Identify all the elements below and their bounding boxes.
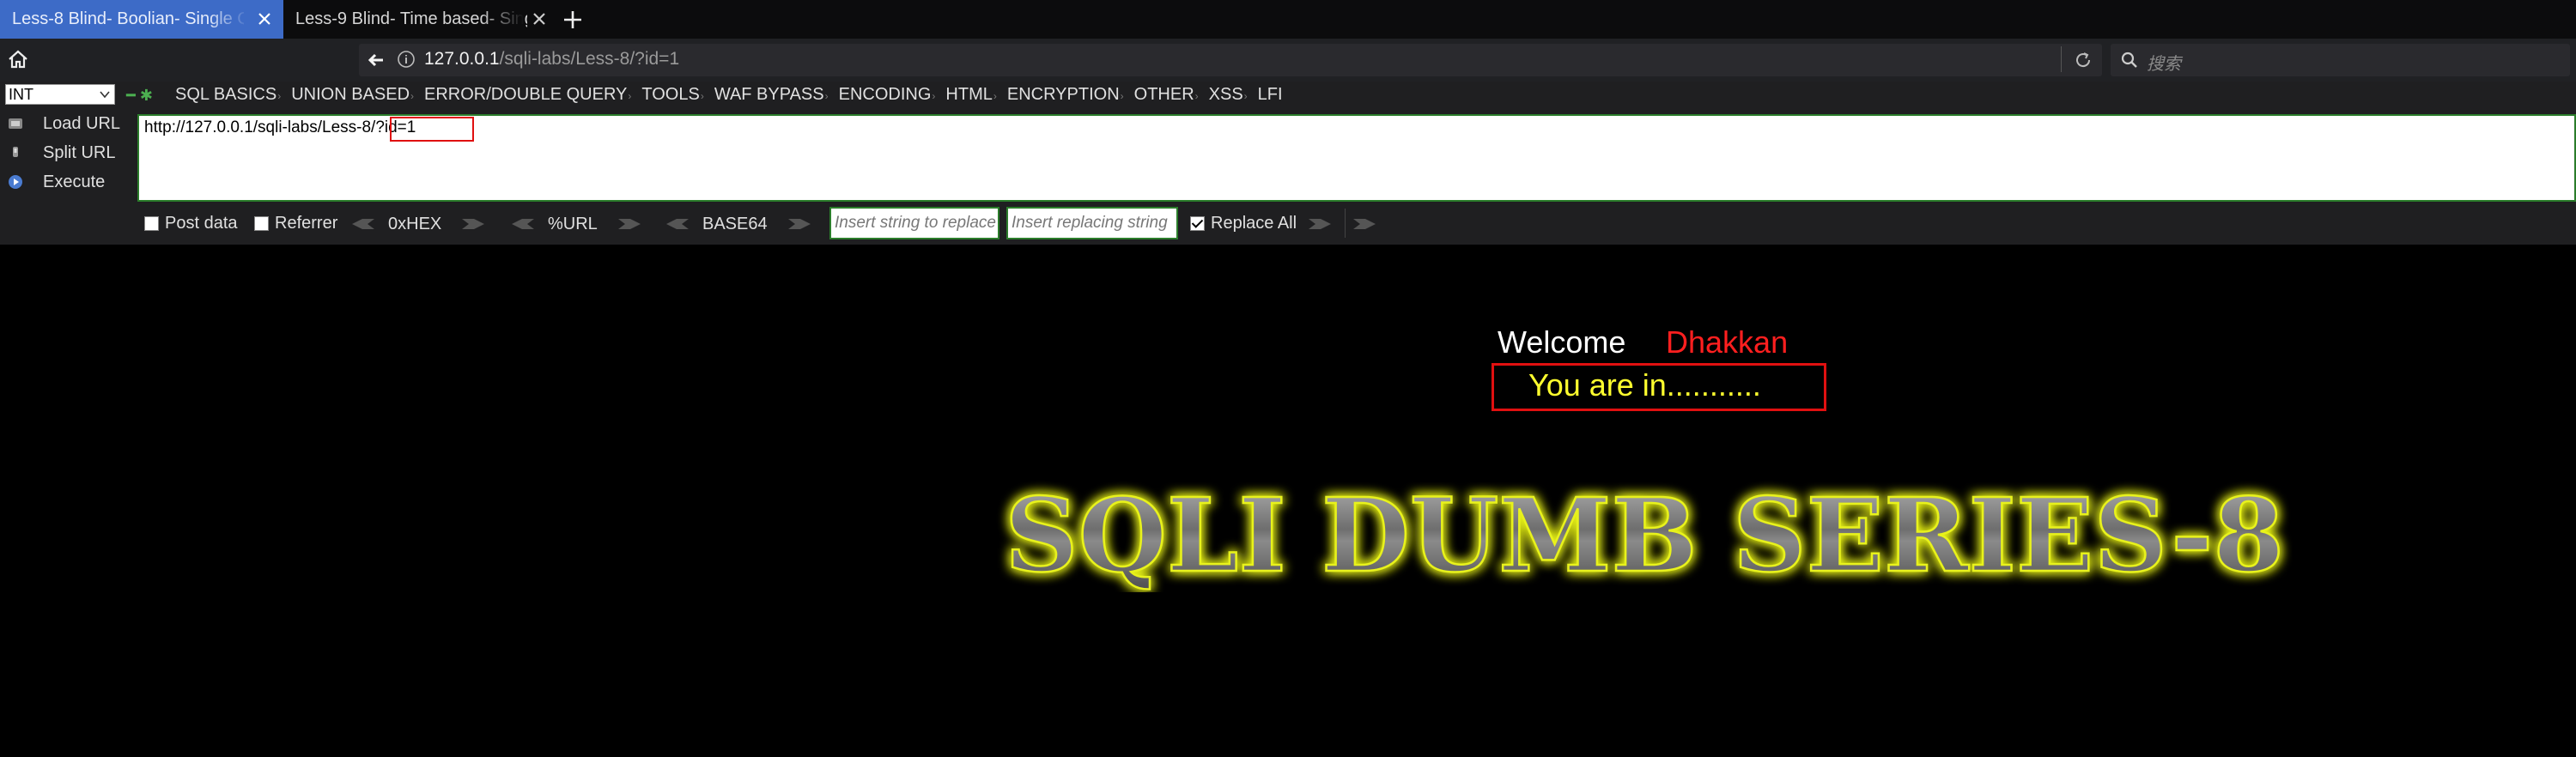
checkbox-box[interactable] xyxy=(144,215,159,231)
url-encode-label: %URL xyxy=(548,214,598,233)
replace-string-input[interactable]: Insert replacing string xyxy=(1006,207,1178,239)
tab-less-8[interactable]: Less-8 Blind- Boolian- Single Quotes- St… xyxy=(0,0,283,39)
find-string-input[interactable]: Insert string to replace xyxy=(829,207,999,239)
menu-encoding[interactable]: ENCODING› xyxy=(839,83,936,106)
toggle-icons[interactable]: ━ ✱ xyxy=(126,87,153,105)
split-url-label: Split URL xyxy=(43,142,116,162)
post-data-checkbox[interactable]: Post data xyxy=(144,212,238,234)
menu-label: HTML xyxy=(945,85,993,104)
url-encoder: %URL xyxy=(510,214,642,234)
encode-left-arrow-icon[interactable] xyxy=(510,217,536,231)
search-icon xyxy=(2121,51,2137,68)
tab-fade xyxy=(206,0,249,39)
menu-label: SQL BASICS xyxy=(175,85,277,104)
menu-label: OTHER xyxy=(1133,85,1194,104)
replace-arrow xyxy=(1307,214,1333,234)
menu-label: TOOLS xyxy=(641,85,700,104)
banner-text: SQLI DUMB SERIES-8 xyxy=(1005,481,2284,592)
menu-html[interactable]: HTML› xyxy=(945,83,996,106)
search-placeholder: 搜索 xyxy=(2147,55,2181,74)
close-icon[interactable] xyxy=(529,9,550,29)
nav-bar: 127.0.0.1/sqli-labs/Less-8/?id=1 搜索 xyxy=(0,39,2576,82)
welcome-text: Welcome xyxy=(1498,324,1626,360)
menu-sql-basics[interactable]: SQL BASICS› xyxy=(175,83,281,106)
referrer-checkbox[interactable]: Referrer xyxy=(254,212,337,234)
decode-right-arrow-icon[interactable] xyxy=(460,217,486,231)
menu-waf-bypass[interactable]: WAF BYPASS› xyxy=(714,83,829,106)
url-text[interactable]: 127.0.0.1/sqli-labs/Less-8/?id=1 xyxy=(424,49,679,70)
tab-bar: Less-8 Blind- Boolian- Single Quotes- St… xyxy=(0,0,2576,39)
divider xyxy=(1345,209,1346,238)
menu-lfi[interactable]: LFI xyxy=(1258,83,1283,106)
menu-label: UNION BASED xyxy=(291,85,410,104)
execute-button[interactable]: Execute xyxy=(7,170,105,194)
menu-xss[interactable]: XSS› xyxy=(1209,83,1248,106)
base64-label: BASE64 xyxy=(702,214,768,233)
decode-right-arrow-icon[interactable] xyxy=(787,217,812,231)
type-select-value: INT xyxy=(9,86,33,103)
menu-label: XSS xyxy=(1208,85,1243,104)
menu-label: LFI xyxy=(1257,85,1283,104)
menu-label: ERROR/DOUBLE QUERY xyxy=(424,85,628,104)
checkbox-box[interactable] xyxy=(1190,215,1205,231)
decode-right-arrow-icon[interactable] xyxy=(617,217,642,231)
url-textarea-value: http://127.0.0.1/sqli-labs/Less-8/?id=1 xyxy=(144,118,416,136)
new-tab-plus-icon[interactable] xyxy=(560,7,586,33)
menu-union-based[interactable]: UNION BASED› xyxy=(291,83,414,106)
post-data-label: Post data xyxy=(165,213,238,233)
hex-encoder: 0xHEX xyxy=(350,214,486,234)
play-icon xyxy=(9,175,22,189)
url-host: 127.0.0.1 xyxy=(424,49,500,69)
replace-arrow-icon[interactable] xyxy=(1307,217,1333,231)
menu-error-double-query[interactable]: ERROR/DOUBLE QUERY› xyxy=(424,83,631,106)
home-icon[interactable] xyxy=(7,48,29,70)
hackbar-menu: SQL BASICS› UNION BASED› ERROR/DOUBLE QU… xyxy=(175,83,1293,106)
url-textarea[interactable]: http://127.0.0.1/sqli-labs/Less-8/?id=1 xyxy=(137,114,2576,202)
base64-encoder: BASE64 xyxy=(665,214,812,234)
load-url-button[interactable]: Load URL xyxy=(7,112,120,136)
encode-left-arrow-icon[interactable] xyxy=(665,217,690,231)
load-icon xyxy=(9,118,22,129)
split-icon xyxy=(13,147,18,157)
menu-other[interactable]: OTHER› xyxy=(1134,83,1199,106)
sqli-dumb-series-banner: SQLI DUMB SERIES-8 xyxy=(1004,481,2286,592)
menu-label: ENCRYPTION xyxy=(1006,85,1120,104)
replace-all-checkbox[interactable]: Replace All xyxy=(1190,212,1297,234)
hex-label: 0xHEX xyxy=(388,214,442,233)
execute-label: Execute xyxy=(43,172,106,191)
back-arrow-icon[interactable] xyxy=(366,50,386,70)
tab-less-9[interactable]: Less-9 Blind- Time based- Single Quotes-… xyxy=(283,0,558,39)
info-icon[interactable] xyxy=(397,50,416,69)
menu-tools[interactable]: TOOLS› xyxy=(641,83,703,106)
close-icon[interactable] xyxy=(254,9,275,29)
menu-label: WAF BYPASS xyxy=(714,85,824,104)
referrer-label: Referrer xyxy=(275,213,338,233)
menu-label: ENCODING xyxy=(838,85,932,104)
chevron-down-icon xyxy=(100,91,110,99)
result-message: You are in........... xyxy=(1528,367,1761,403)
encode-left-arrow-icon[interactable] xyxy=(350,217,376,231)
replace-all-label: Replace All xyxy=(1211,213,1297,233)
checkbox-box[interactable] xyxy=(254,215,269,231)
load-url-label: Load URL xyxy=(43,113,121,133)
type-select[interactable]: INT xyxy=(5,84,115,105)
replace-arrow-2 xyxy=(1352,214,1377,234)
divider xyxy=(2061,46,2062,72)
menu-encryption[interactable]: ENCRYPTION› xyxy=(1007,83,1124,106)
split-url-button[interactable]: Split URL xyxy=(7,141,115,165)
reload-icon[interactable] xyxy=(2073,50,2093,70)
tab-fade xyxy=(481,0,524,39)
highlight-annotation xyxy=(390,117,474,142)
replace-arrow-icon[interactable] xyxy=(1352,217,1377,231)
user-name: Dhakkan xyxy=(1666,324,1789,360)
url-path: /sqli-labs/Less-8/?id=1 xyxy=(499,49,680,69)
